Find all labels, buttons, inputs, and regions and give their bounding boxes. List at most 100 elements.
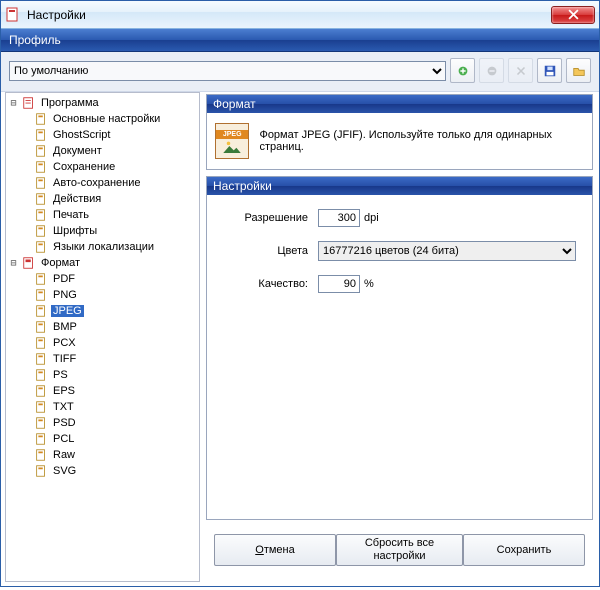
format-item-icon bbox=[33, 351, 49, 367]
tree-item-jpeg[interactable]: JPEG bbox=[6, 303, 199, 319]
tree-item[interactable]: Языки локализации bbox=[6, 239, 199, 255]
tree-item-ps[interactable]: PS bbox=[6, 367, 199, 383]
tree-label: TXT bbox=[51, 401, 76, 413]
tree-label: Языки локализации bbox=[51, 241, 156, 253]
tree-item-raw[interactable]: Raw bbox=[6, 447, 199, 463]
colors-row: Цвета 16777216 цветов (24 бита) bbox=[223, 241, 576, 261]
doc-icon bbox=[33, 239, 49, 255]
collapse-icon[interactable]: ⊟ bbox=[8, 258, 19, 269]
tree-item-pcl[interactable]: PCL bbox=[6, 431, 199, 447]
tree-label: PCX bbox=[51, 337, 78, 349]
reset-button[interactable]: Сбросить все настройки bbox=[336, 534, 463, 566]
tree-item-pcx[interactable]: PCX bbox=[6, 335, 199, 351]
format-item-icon bbox=[33, 447, 49, 463]
collapse-icon[interactable]: ⊟ bbox=[8, 98, 19, 109]
tree-label: JPEG bbox=[51, 305, 84, 317]
settings-window: Настройки Профиль По умолчанию bbox=[0, 0, 600, 587]
format-item-icon bbox=[33, 335, 49, 351]
tree-label: Программа bbox=[39, 97, 101, 109]
tree-label: Шрифты bbox=[51, 225, 99, 237]
settings-panel-header: Настройки bbox=[207, 177, 592, 195]
colors-label: Цвета bbox=[223, 245, 318, 257]
tree-item-psd[interactable]: PSD bbox=[6, 415, 199, 431]
tree-item-png[interactable]: PNG bbox=[6, 287, 199, 303]
tree-item[interactable]: Действия bbox=[6, 191, 199, 207]
format-description: Формат JPEG (JFIF). Используйте только д… bbox=[259, 129, 584, 153]
doc-icon bbox=[33, 191, 49, 207]
doc-icon bbox=[33, 127, 49, 143]
tree-label: PCL bbox=[51, 433, 76, 445]
resolution-label: Разрешение bbox=[223, 212, 318, 224]
doc-icon bbox=[33, 175, 49, 191]
tree-label: Действия bbox=[51, 193, 103, 205]
format-item-icon bbox=[33, 367, 49, 383]
tree-label: TIFF bbox=[51, 353, 78, 365]
profile-add-button[interactable] bbox=[450, 58, 475, 83]
profile-label: Профиль bbox=[9, 33, 61, 47]
tree-item[interactable]: Документ bbox=[6, 143, 199, 159]
tree-item[interactable]: Шрифты bbox=[6, 223, 199, 239]
format-item-icon bbox=[33, 271, 49, 287]
tree-root-format[interactable]: ⊟ Формат bbox=[6, 255, 199, 271]
profile-row: По умолчанию bbox=[1, 52, 599, 92]
tree-label: PNG bbox=[51, 289, 79, 301]
format-item-icon bbox=[33, 415, 49, 431]
profile-remove-button bbox=[479, 58, 504, 83]
tree-label: Печать bbox=[51, 209, 91, 221]
format-item-icon bbox=[33, 463, 49, 479]
format-item-icon bbox=[33, 431, 49, 447]
nav-tree[interactable]: ⊟ Программа Основные настройки GhostScrip… bbox=[5, 92, 200, 582]
tree-root-program[interactable]: ⊟ Программа bbox=[6, 95, 199, 111]
doc-icon bbox=[33, 159, 49, 175]
tree-item-txt[interactable]: TXT bbox=[6, 399, 199, 415]
content-area: Формат JPEG Формат JPEG (JFIF). Использу… bbox=[204, 92, 599, 582]
profile-save-button[interactable] bbox=[537, 58, 562, 83]
tree-item[interactable]: Печать bbox=[6, 207, 199, 223]
tree-item[interactable]: Основные настройки bbox=[6, 111, 199, 127]
tree-label: Сохранение bbox=[51, 161, 117, 173]
tree-label: PDF bbox=[51, 273, 77, 285]
tree-item[interactable]: Авто-сохранение bbox=[6, 175, 199, 191]
body: ⊟ Программа Основные настройки GhostScrip… bbox=[1, 92, 599, 586]
jpeg-icon: JPEG bbox=[215, 123, 249, 159]
tree-label: GhostScript bbox=[51, 129, 112, 141]
tree-label: EPS bbox=[51, 385, 77, 397]
tree-item-tiff[interactable]: TIFF bbox=[6, 351, 199, 367]
quality-unit: % bbox=[364, 278, 374, 290]
tree-label: BMP bbox=[51, 321, 79, 333]
window-title: Настройки bbox=[27, 8, 551, 22]
tree-label: Основные настройки bbox=[51, 113, 162, 125]
profile-open-button[interactable] bbox=[566, 58, 591, 83]
format-panel: Формат JPEG Формат JPEG (JFIF). Использу… bbox=[206, 94, 593, 170]
close-button[interactable] bbox=[551, 6, 595, 24]
profile-select[interactable]: По умолчанию bbox=[9, 61, 446, 81]
profile-label-bar: Профиль bbox=[1, 29, 599, 52]
tree-label: Raw bbox=[51, 449, 77, 461]
tree-item[interactable]: Сохранение bbox=[6, 159, 199, 175]
quality-label: Качество: bbox=[223, 278, 318, 290]
quality-input[interactable] bbox=[318, 275, 360, 293]
tree-item-eps[interactable]: EPS bbox=[6, 383, 199, 399]
format-item-icon bbox=[33, 303, 49, 319]
doc-icon bbox=[33, 143, 49, 159]
tree-item-svg[interactable]: SVG bbox=[6, 463, 199, 479]
format-item-icon bbox=[33, 287, 49, 303]
doc-icon bbox=[33, 223, 49, 239]
format-item-icon bbox=[33, 319, 49, 335]
cancel-button[interactable]: Отмена bbox=[214, 534, 336, 566]
tree-item-bmp[interactable]: BMP bbox=[6, 319, 199, 335]
tree-item-pdf[interactable]: PDF bbox=[6, 271, 199, 287]
resolution-unit: dpi bbox=[364, 212, 379, 224]
tree-label: Документ bbox=[51, 145, 104, 157]
format-item-icon bbox=[33, 383, 49, 399]
colors-select[interactable]: 16777216 цветов (24 бита) bbox=[318, 241, 576, 261]
tree-label: Формат bbox=[39, 257, 82, 269]
settings-panel: Настройки Разрешение dpi Цвета 16777216 … bbox=[206, 176, 593, 520]
format-icon bbox=[21, 255, 37, 271]
save-button[interactable]: Сохранить bbox=[463, 534, 585, 566]
format-item-icon bbox=[33, 399, 49, 415]
resolution-input[interactable] bbox=[318, 209, 360, 227]
tree-label: SVG bbox=[51, 465, 78, 477]
tree-item[interactable]: GhostScript bbox=[6, 127, 199, 143]
doc-icon bbox=[33, 111, 49, 127]
